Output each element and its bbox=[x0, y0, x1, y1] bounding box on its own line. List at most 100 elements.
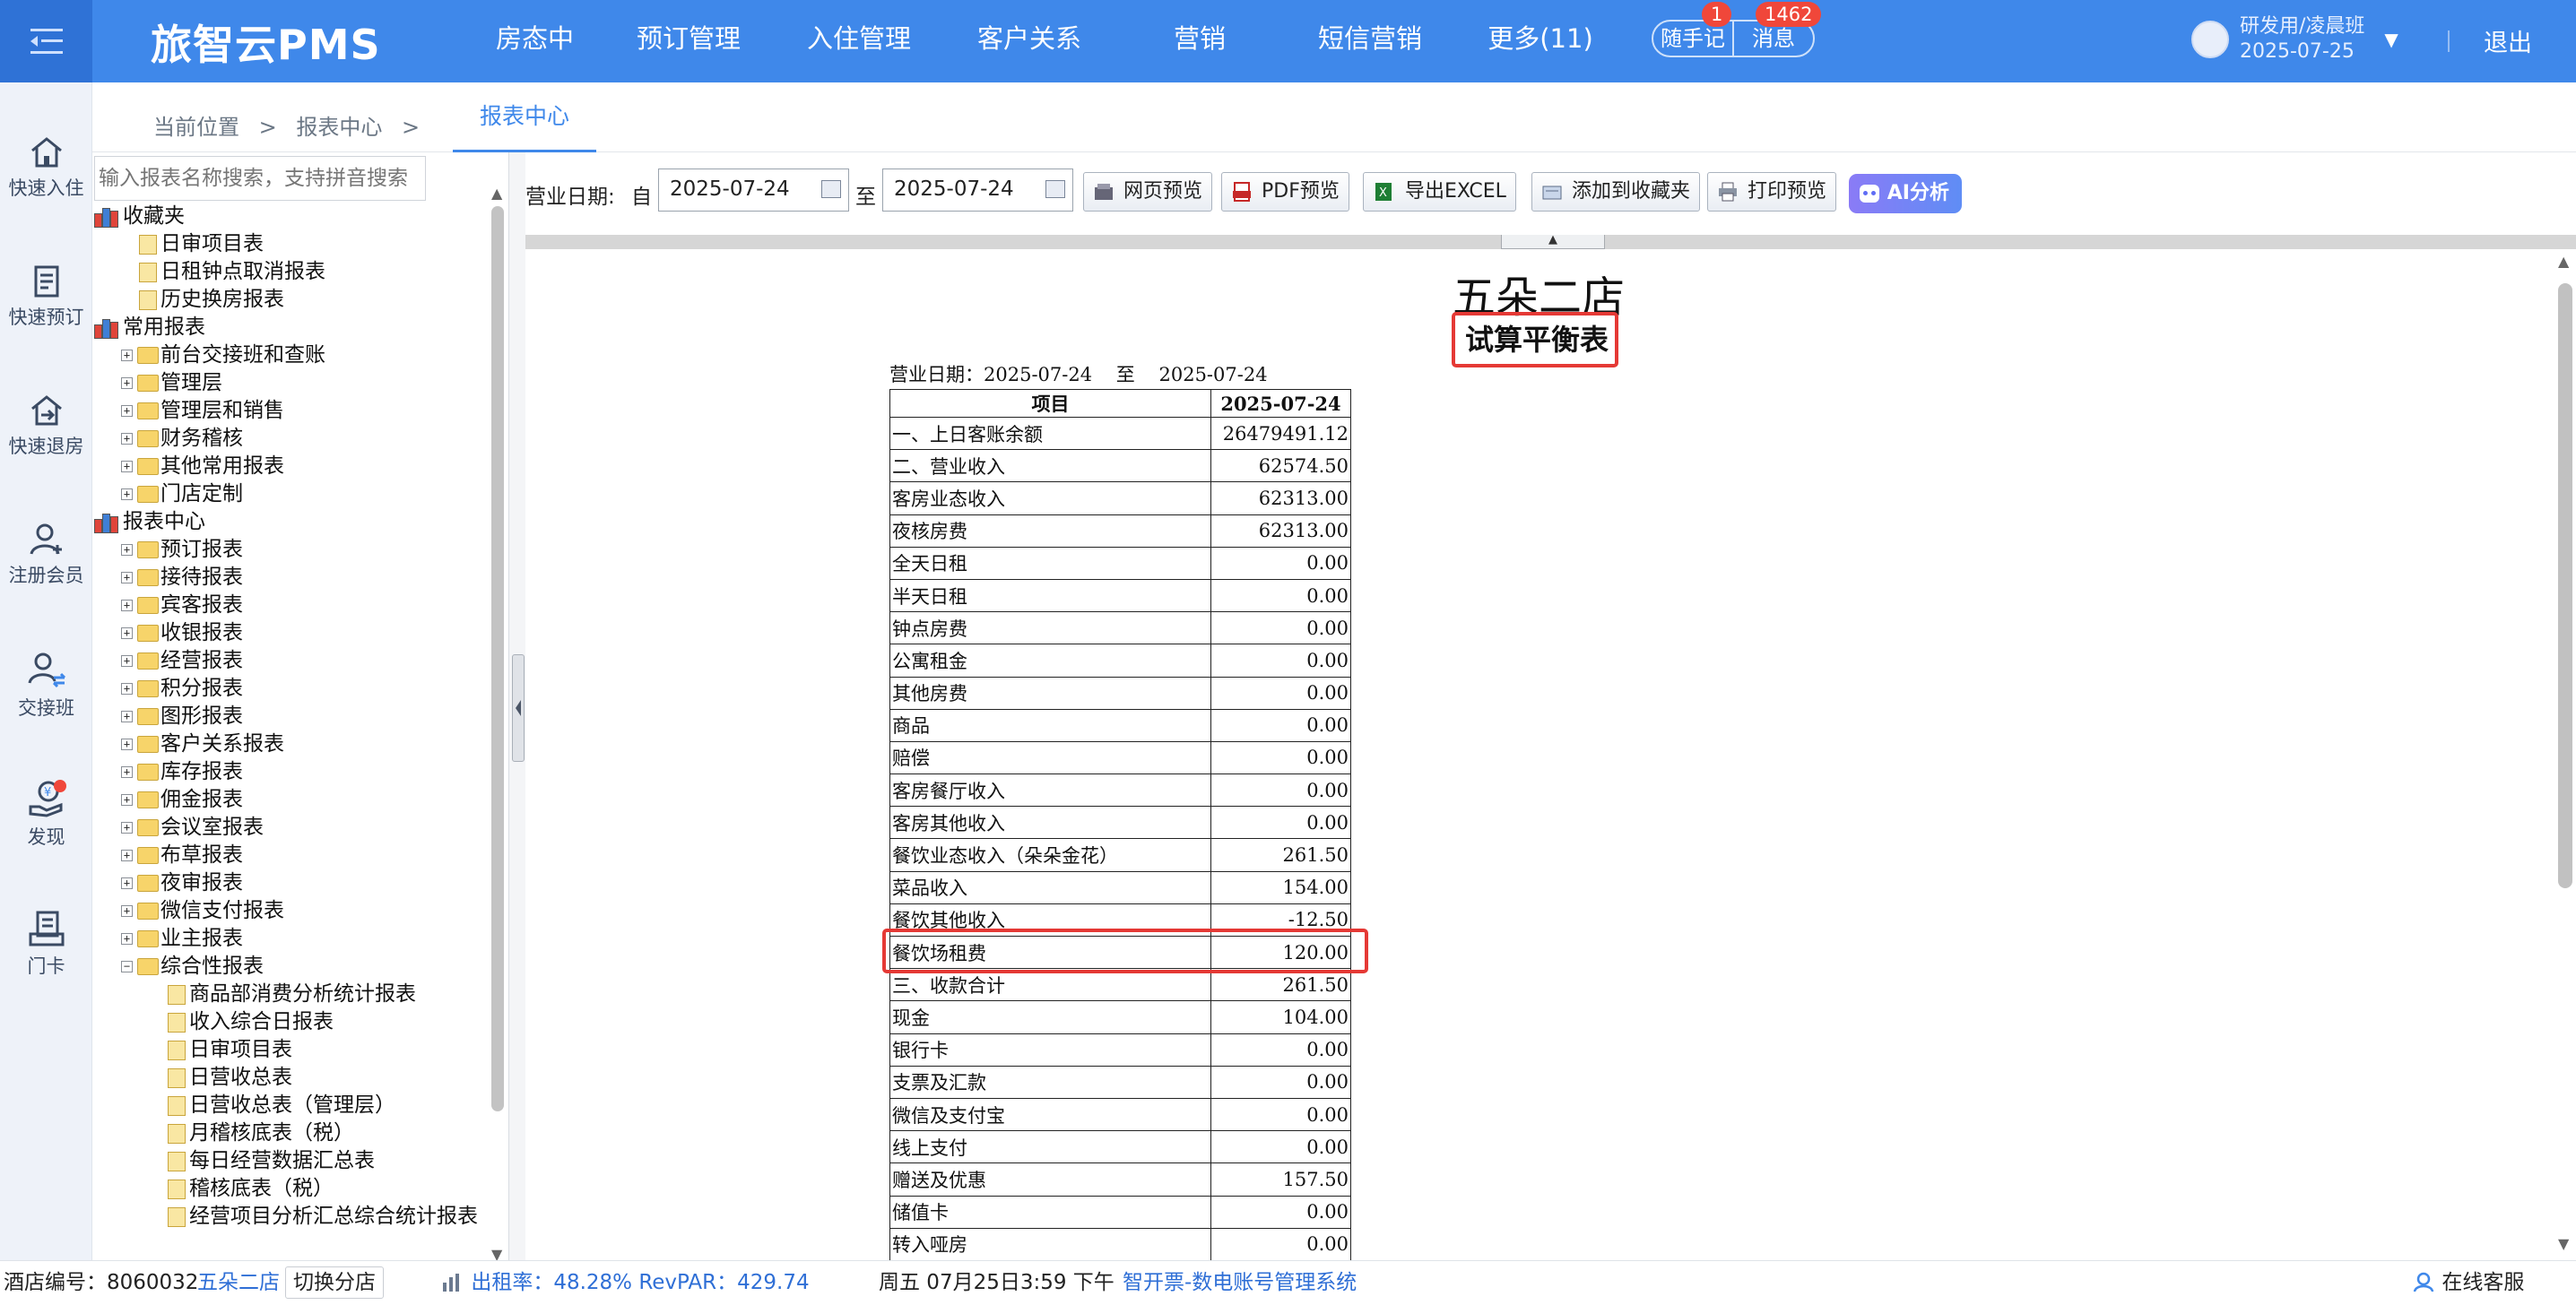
tree-folder-node[interactable]: + 业主报表 bbox=[92, 925, 487, 953]
expand-icon[interactable]: + bbox=[121, 627, 133, 639]
expand-icon[interactable]: + bbox=[121, 711, 133, 722]
nav-room-status[interactable]: 房态中心 bbox=[466, 0, 603, 131]
tree-leaf-item[interactable]: 月稽核底表（税） bbox=[92, 1119, 487, 1147]
expand-icon[interactable]: + bbox=[121, 905, 133, 917]
register-member-button[interactable]: 注册会员 bbox=[0, 522, 92, 588]
tree-root-node[interactable]: 报表中心 bbox=[92, 508, 487, 536]
calendar-icon[interactable] bbox=[821, 180, 841, 198]
tree-scrollbar-thumb[interactable] bbox=[491, 206, 504, 1111]
expand-icon[interactable]: + bbox=[121, 850, 133, 861]
tree-leaf-item[interactable]: 历史换房报表 bbox=[92, 286, 487, 314]
scroll-down-icon[interactable]: ▼ bbox=[2558, 1235, 2569, 1252]
tree-leaf-item[interactable]: 日营收总表 bbox=[92, 1064, 487, 1092]
tree-leaf-item[interactable]: 日营收总表（管理层） bbox=[92, 1092, 487, 1119]
nav-marketing[interactable]: 营销 bbox=[1115, 0, 1285, 82]
nav-customer-relations[interactable]: 客户关系 bbox=[944, 0, 1115, 82]
tree-folder-node[interactable]: + 库存报表 bbox=[92, 758, 487, 786]
nav-more[interactable]: 更多(11) bbox=[1455, 0, 1626, 82]
tree-folder-node[interactable]: + 预订报表 bbox=[92, 536, 487, 564]
online-support-button[interactable]: 在线客服 bbox=[2412, 1261, 2524, 1304]
tree-folder-node[interactable]: + 收银报表 bbox=[92, 619, 487, 647]
report-search-input[interactable] bbox=[94, 156, 426, 201]
tree-folder-node[interactable]: + 宾客报表 bbox=[92, 592, 487, 619]
expand-icon[interactable]: + bbox=[121, 600, 133, 611]
expand-icon[interactable]: + bbox=[121, 488, 133, 500]
expand-icon[interactable]: + bbox=[121, 739, 133, 750]
collapse-toolbar-tab[interactable]: ▲ bbox=[1501, 234, 1605, 249]
nav-sms-marketing[interactable]: 短信营销 bbox=[1285, 0, 1455, 82]
tree-root-node[interactable]: 常用报表 bbox=[92, 314, 487, 341]
tree-leaf-item[interactable]: 收入综合日报表 bbox=[92, 1008, 487, 1036]
switch-branch-button[interactable]: 切换分店 bbox=[285, 1266, 384, 1299]
discover-button[interactable]: ¥ 发现 bbox=[0, 780, 92, 850]
tree-leaf-item[interactable]: 稽核底表（税） bbox=[92, 1175, 487, 1203]
expand-icon[interactable]: + bbox=[121, 433, 133, 445]
user-menu[interactable]: 研发用/凌晨班 2025-07-25 ▼ bbox=[2191, 14, 2398, 65]
tree-folder-node[interactable]: + 图形报表 bbox=[92, 703, 487, 730]
tree-folder-node[interactable]: + 财务稽核 bbox=[92, 425, 487, 453]
date-from-field[interactable]: 2025-07-24 bbox=[658, 169, 849, 212]
tree-leaf-item[interactable]: 日租钟点取消报表 bbox=[92, 258, 487, 286]
tree-folder-node[interactable]: + 前台交接班和查账 bbox=[92, 341, 487, 369]
tree-folder-node[interactable]: + 布草报表 bbox=[92, 842, 487, 869]
tree-leaf-item[interactable]: 日审项目表 bbox=[92, 1036, 487, 1064]
quick-check-in-button[interactable]: 快速入住 bbox=[0, 134, 92, 201]
export-excel-button[interactable]: X 导出EXCEL bbox=[1363, 172, 1516, 212]
tree-folder-node[interactable]: + 夜审报表 bbox=[92, 869, 487, 897]
tab-report-center[interactable]: 报表中心 bbox=[453, 82, 596, 152]
scroll-down-icon[interactable]: ▼ bbox=[491, 1246, 502, 1260]
tree-folder-node[interactable]: − 综合性报表 bbox=[92, 953, 487, 981]
nav-reservations[interactable]: 预订管理 bbox=[603, 0, 774, 82]
expand-icon[interactable]: + bbox=[121, 683, 133, 695]
menu-toggle-button[interactable] bbox=[0, 0, 92, 82]
expand-icon[interactable]: + bbox=[121, 572, 133, 583]
tree-folder-node[interactable]: + 微信支付报表 bbox=[92, 897, 487, 925]
scroll-up-icon[interactable]: ▲ bbox=[2558, 253, 2569, 270]
expand-icon[interactable]: + bbox=[121, 350, 133, 361]
expand-icon[interactable]: + bbox=[121, 461, 133, 472]
tree-leaf-item[interactable]: 经营项目分析汇总综合统计报表 bbox=[92, 1203, 487, 1231]
pdf-preview-button[interactable]: PDF预览 bbox=[1221, 172, 1349, 212]
expand-icon[interactable]: + bbox=[121, 377, 133, 389]
logout-button[interactable]: 退出 bbox=[2484, 23, 2532, 58]
tree-leaf-item[interactable]: 商品部消费分析统计报表 bbox=[92, 981, 487, 1008]
quick-check-out-button[interactable]: 快速退房 bbox=[0, 393, 92, 459]
quick-reservation-button[interactable]: 快速预订 bbox=[0, 264, 92, 330]
expand-icon[interactable]: + bbox=[121, 877, 133, 889]
scroll-up-icon[interactable]: ▲ bbox=[491, 185, 502, 202]
web-preview-button[interactable]: 网页预览 bbox=[1083, 172, 1213, 212]
e-invoice-link[interactable]: 智开票-数电账号管理系统 bbox=[1123, 1261, 1357, 1304]
expand-icon[interactable]: + bbox=[121, 766, 133, 778]
calendar-icon[interactable] bbox=[1045, 180, 1065, 198]
ai-analysis-button[interactable]: AI分析 bbox=[1849, 174, 1962, 213]
date-to-field[interactable]: 2025-07-24 bbox=[882, 169, 1073, 212]
expand-icon[interactable]: + bbox=[121, 822, 133, 834]
breadcrumb-section[interactable]: 报表中心 bbox=[296, 115, 382, 140]
report-scrollbar-thumb[interactable] bbox=[2558, 283, 2572, 888]
tree-folder-node[interactable]: + 佣金报表 bbox=[92, 786, 487, 814]
tree-folder-node[interactable]: + 管理层 bbox=[92, 369, 487, 397]
tree-folder-node[interactable]: + 会议室报表 bbox=[92, 814, 487, 842]
expand-icon[interactable]: + bbox=[121, 405, 133, 417]
shift-handover-button[interactable]: 交接班 bbox=[0, 651, 92, 721]
tree-folder-node[interactable]: + 经营报表 bbox=[92, 647, 487, 675]
tree-folder-node[interactable]: + 管理层和销售 bbox=[92, 397, 487, 425]
tree-leaf-item[interactable]: 日审项目表 bbox=[92, 230, 487, 258]
messages-button[interactable]: 消息 1462 bbox=[1732, 2, 1822, 56]
nav-check-in[interactable]: 入住管理 bbox=[774, 0, 944, 82]
expand-icon[interactable]: + bbox=[121, 544, 133, 556]
print-preview-button[interactable]: 打印预览 bbox=[1707, 172, 1837, 212]
tree-folder-node[interactable]: + 门店定制 bbox=[92, 480, 487, 508]
tree-folder-node[interactable]: + 客户关系报表 bbox=[92, 730, 487, 758]
tree-folder-node[interactable]: + 积分报表 bbox=[92, 675, 487, 703]
collapse-left-handle[interactable] bbox=[512, 654, 525, 762]
tree-folder-node[interactable]: + 其他常用报表 bbox=[92, 453, 487, 480]
room-card-button[interactable]: 门卡 bbox=[0, 909, 92, 979]
expand-icon[interactable]: + bbox=[121, 794, 133, 806]
tree-root-node[interactable]: 收藏夹 bbox=[92, 203, 487, 230]
tree-folder-node[interactable]: + 接待报表 bbox=[92, 564, 487, 592]
add-to-favorites-button[interactable]: 添加到收藏夹 bbox=[1531, 172, 1701, 212]
current-hotel-link[interactable]: 五朵二店 bbox=[197, 1261, 280, 1304]
expand-icon[interactable]: + bbox=[121, 933, 133, 945]
tree-leaf-item[interactable]: 每日经营数据汇总表 bbox=[92, 1147, 487, 1175]
